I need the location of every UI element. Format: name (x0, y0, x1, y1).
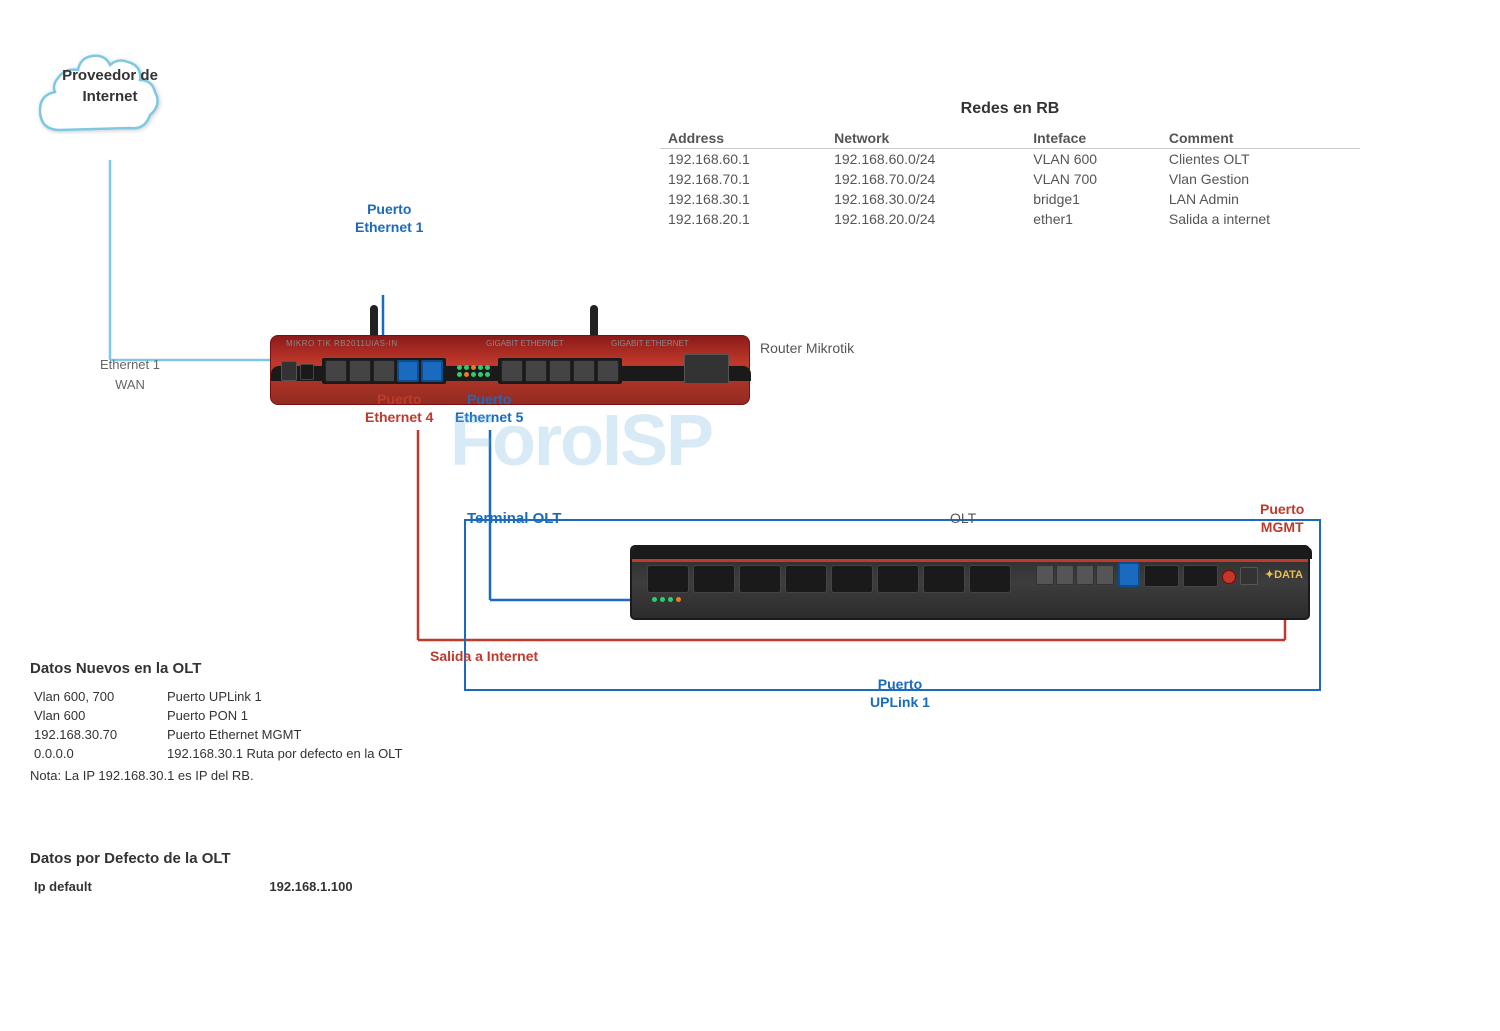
olt-body: ✦DATA (630, 545, 1310, 620)
olt-mgmt-port (1222, 570, 1236, 584)
table-row: 192.168.70.1192.168.70.0/24VLAN 700Vlan … (660, 169, 1360, 189)
olt-top-strip (632, 547, 1312, 559)
router-screen (684, 354, 729, 384)
olt-led2 (660, 597, 665, 602)
eth-group1 (322, 358, 446, 384)
pon3 (739, 565, 781, 593)
olt-eth-ports (1036, 565, 1114, 585)
col-comment: Comment (1161, 128, 1360, 149)
olt-leds (652, 597, 681, 602)
led4 (478, 365, 483, 370)
isp-label: Proveedor de Internet (30, 65, 190, 107)
datos-nuevos-section: Datos Nuevos en la OLT Vlan 600, 700Puer… (30, 660, 480, 783)
list-item: Vlan 600, 700Puerto UPLink 1 (30, 687, 480, 706)
olt-device: ✦DATA (630, 545, 1310, 625)
list-item: Vlan 600Puerto PON 1 (30, 706, 480, 725)
col-interface: Inteface (1025, 128, 1161, 149)
led-group (457, 365, 490, 377)
wan-label: Ethernet 1 WAN (100, 355, 160, 394)
eth1-port (325, 360, 347, 382)
port-eth1-label: Puerto Ethernet 1 (355, 200, 423, 236)
port-eth4-label: Puerto Ethernet 4 (365, 390, 433, 426)
table-row: 192.168.20.1192.168.20.0/24ether1Salida … (660, 209, 1360, 229)
eth7-port (525, 360, 547, 382)
eth10-port (597, 360, 619, 382)
olt-led3 (668, 597, 673, 602)
olt-eth4 (1096, 565, 1114, 585)
olt-eth3 (1076, 565, 1094, 585)
terminal-olt-label: Terminal OLT (467, 510, 561, 528)
router-label: Router Mikrotik (760, 340, 854, 356)
led6 (457, 372, 462, 377)
pon5 (831, 565, 873, 593)
olt-uplink-port (1118, 562, 1140, 587)
router-text-gigeths2: GIGABIT ETHERNET (611, 339, 689, 348)
list-item: 192.168.30.70Puerto Ethernet MGMT (30, 725, 480, 744)
olt-eth1 (1036, 565, 1054, 585)
olt-led4 (676, 597, 681, 602)
pon6 (877, 565, 919, 593)
led8 (471, 372, 476, 377)
olt-device-container: ✦DATA (630, 545, 1310, 625)
table-row: 192.168.60.1192.168.60.0/24VLAN 600Clien… (660, 149, 1360, 170)
router-text-left: MIKRO TIK RB2011UiAS-IN (286, 339, 398, 348)
olt-led1 (652, 597, 657, 602)
eth4-port (397, 360, 419, 382)
list-item: Ip default192.168.1.100 (30, 877, 480, 896)
datos-defecto-table: Ip default192.168.1.100 (30, 877, 480, 896)
list-item: 0.0.0.0192.168.30.1 Ruta por defecto en … (30, 744, 480, 763)
datos-nuevos-table: Vlan 600, 700Puerto UPLink 1Vlan 600Puer… (30, 687, 480, 763)
pon7 (923, 565, 965, 593)
datos-nuevos-title: Datos Nuevos en la OLT (30, 660, 480, 677)
eth-group2 (498, 358, 622, 384)
port-uplink-label: Puerto UPLink 1 (870, 675, 930, 711)
led3 (471, 365, 476, 370)
olt-sfp2 (1183, 565, 1218, 587)
led1 (457, 365, 462, 370)
olt-sfp1 (1144, 565, 1179, 587)
olt-ports (647, 565, 1011, 593)
router-text-gigeths1: GIGABIT ETHERNET (486, 339, 564, 348)
olt-label: OLT (950, 510, 976, 528)
olt-right-ports: ✦DATA (1036, 562, 1303, 587)
led9 (478, 372, 483, 377)
eth6-port (501, 360, 523, 382)
pon1 (647, 565, 689, 593)
eth3-port (373, 360, 395, 382)
eth5-port (421, 360, 443, 382)
redes-rb-title: Redes en RB (660, 100, 1360, 118)
port-mgmt-label: Puerto MGMT (1260, 500, 1304, 536)
usb-port (281, 361, 297, 381)
eth9-port (573, 360, 595, 382)
led2 (464, 365, 469, 370)
datos-defecto-section: Datos por Defecto de la OLT Ip default19… (30, 850, 480, 896)
olt-brand: ✦DATA (1265, 568, 1303, 581)
redes-rb-table: Address Network Inteface Comment 192.168… (660, 128, 1360, 229)
sfp-port (300, 364, 314, 380)
pon8 (969, 565, 1011, 593)
pon2 (693, 565, 735, 593)
redes-rb-section: Redes en RB Address Network Inteface Com… (660, 100, 1360, 229)
led7 (464, 372, 469, 377)
table-row: 192.168.30.1192.168.30.0/24bridge1LAN Ad… (660, 189, 1360, 209)
datos-defecto-title: Datos por Defecto de la OLT (30, 850, 480, 867)
datos-note: Nota: La IP 192.168.30.1 es IP del RB. (30, 768, 480, 783)
watermark: ForoISP (450, 400, 712, 482)
olt-usb (1240, 567, 1258, 585)
col-network: Network (826, 128, 1025, 149)
eth2-port (349, 360, 371, 382)
isp-cloud: Proveedor de Internet (30, 30, 190, 160)
olt-eth2 (1056, 565, 1074, 585)
eth8-port (549, 360, 571, 382)
pon4 (785, 565, 827, 593)
led10 (485, 372, 490, 377)
led5 (485, 365, 490, 370)
col-address: Address (660, 128, 826, 149)
